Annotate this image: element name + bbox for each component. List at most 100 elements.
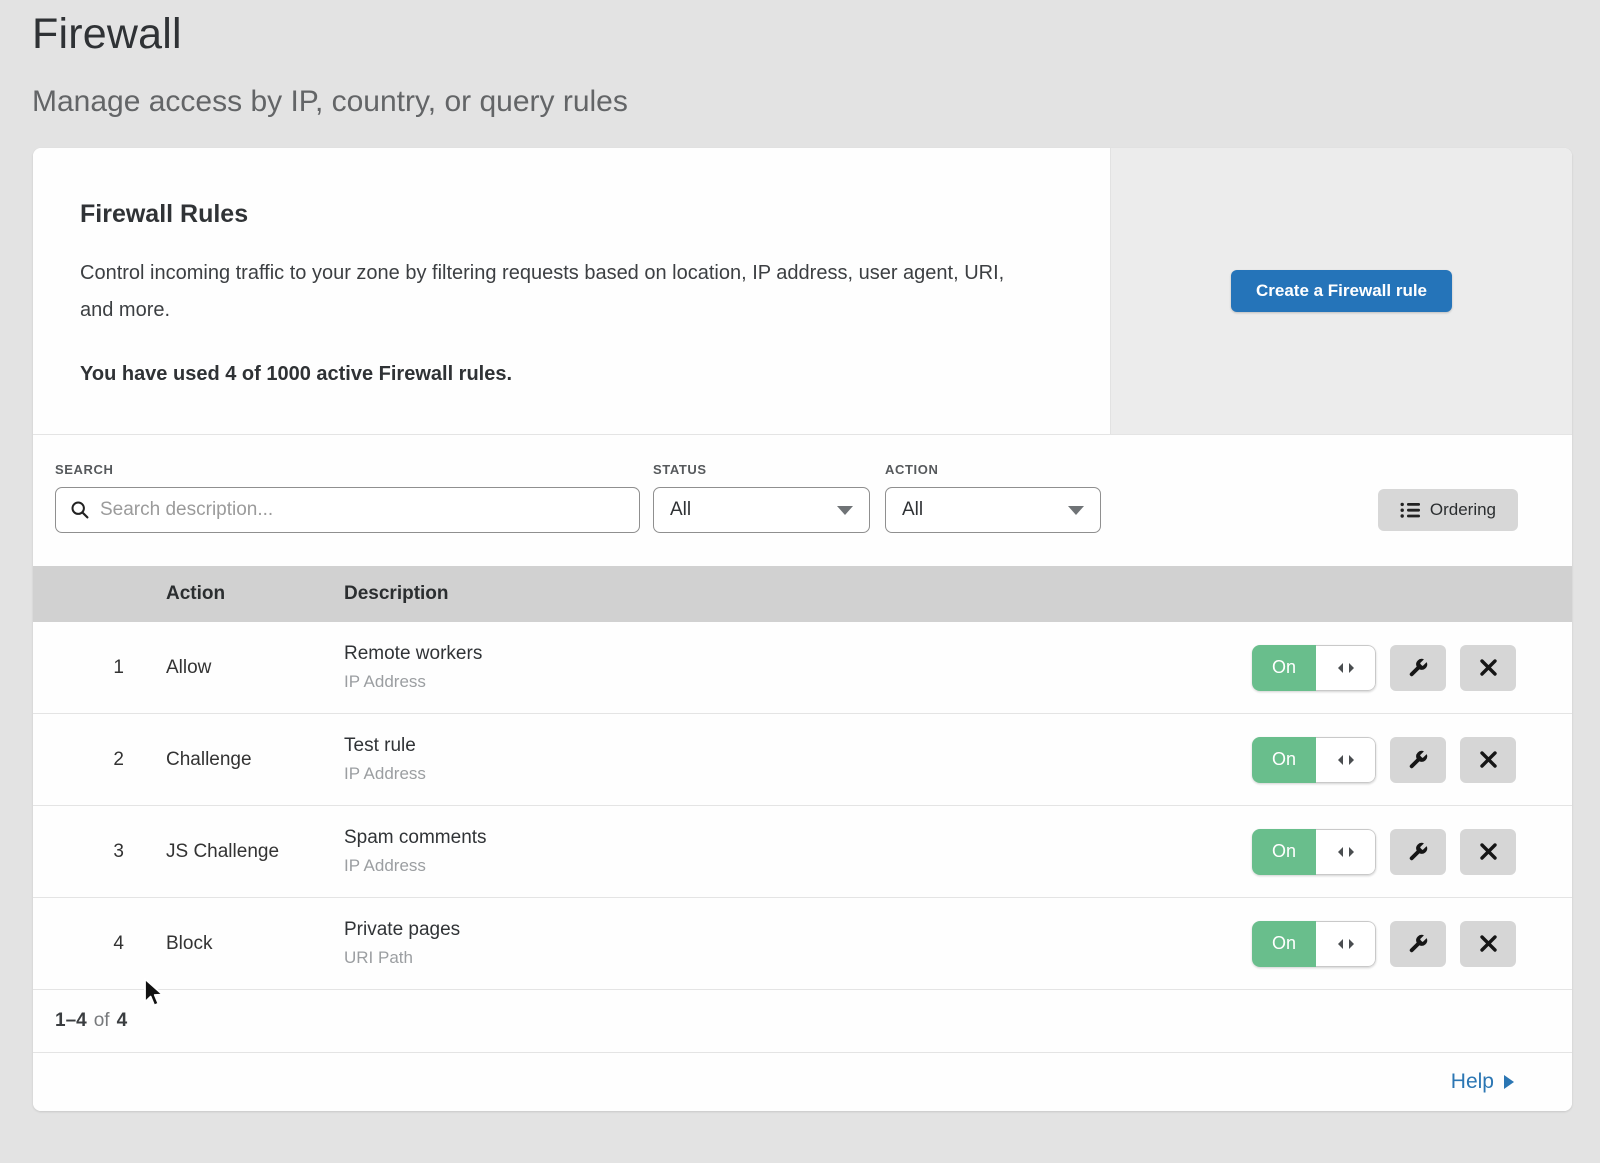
toggle-handle[interactable] <box>1316 737 1376 783</box>
rules-info: Firewall Rules Control incoming traffic … <box>33 148 1110 434</box>
pagination-range: 1–4 <box>55 1010 87 1032</box>
rule-description: Private pages <box>344 919 1242 941</box>
rule-priority: 4 <box>33 933 166 955</box>
toggle-handle[interactable] <box>1316 829 1376 875</box>
create-firewall-rule-button[interactable]: Create a Firewall rule <box>1231 270 1452 312</box>
pagination-row: 1–4 of 4 <box>33 990 1572 1053</box>
rule-match-type: IP Address <box>344 764 1242 784</box>
rule-description: Remote workers <box>344 643 1242 665</box>
edit-rule-button[interactable] <box>1390 829 1446 875</box>
chevron-down-icon <box>837 506 853 515</box>
page-title: Firewall <box>32 10 1600 59</box>
wrench-icon <box>1407 749 1429 771</box>
close-icon <box>1479 750 1498 769</box>
action-select[interactable]: All <box>885 487 1101 533</box>
rules-usage-note: You have used 4 of 1000 active Firewall … <box>80 363 1050 386</box>
table-row: 3 JS Challenge Spam comments IP Address … <box>33 806 1572 898</box>
table-row: 4 Block Private pages URI Path On <box>33 898 1572 990</box>
search-input[interactable] <box>100 499 625 521</box>
rule-match-type: IP Address <box>344 856 1242 876</box>
rule-controls: On <box>1242 829 1572 875</box>
rule-description-cell: Remote workers IP Address <box>344 643 1242 692</box>
ordering-button-label: Ordering <box>1430 500 1496 520</box>
rule-controls: On <box>1242 921 1572 967</box>
card-footer: Help <box>33 1053 1572 1111</box>
rule-action: Allow <box>166 657 344 679</box>
edit-rule-button[interactable] <box>1390 737 1446 783</box>
close-icon <box>1479 842 1498 861</box>
page-header: Firewall Manage access by IP, country, o… <box>0 0 1600 119</box>
rule-description-cell: Private pages URI Path <box>344 919 1242 968</box>
rule-controls: On <box>1242 645 1572 691</box>
pagination-total: 4 <box>117 1010 128 1032</box>
toggle-arrows-icon <box>1335 845 1357 859</box>
delete-rule-button[interactable] <box>1460 829 1516 875</box>
search-label: SEARCH <box>55 462 640 477</box>
arrow-right-icon <box>1504 1075 1514 1089</box>
rule-action: Block <box>166 933 344 955</box>
action-selected-value: All <box>902 499 923 521</box>
toggle-arrows-icon <box>1335 937 1357 951</box>
toggle-arrows-icon <box>1335 753 1357 767</box>
filters-bar: SEARCH STATUS All ACTION All <box>33 434 1572 566</box>
status-select[interactable]: All <box>653 487 870 533</box>
ordering-list-icon <box>1400 501 1420 519</box>
rule-priority: 3 <box>33 841 166 863</box>
action-column-header: Action <box>166 583 344 605</box>
action-label: ACTION <box>885 462 1101 477</box>
ordering-button[interactable]: Ordering <box>1378 489 1518 531</box>
toggle-on-label: On <box>1252 737 1316 783</box>
table-row: 1 Allow Remote workers IP Address On <box>33 622 1572 714</box>
delete-rule-button[interactable] <box>1460 737 1516 783</box>
help-link[interactable]: Help <box>1451 1070 1514 1094</box>
rules-heading: Firewall Rules <box>80 200 1050 229</box>
rule-description: Spam comments <box>344 827 1242 849</box>
search-box <box>55 487 640 533</box>
card-top-section: Firewall Rules Control incoming traffic … <box>33 148 1572 434</box>
delete-rule-button[interactable] <box>1460 645 1516 691</box>
rule-priority: 2 <box>33 749 166 771</box>
rule-match-type: IP Address <box>344 672 1242 692</box>
rule-enabled-toggle[interactable]: On <box>1252 645 1376 691</box>
table-header: Action Description <box>33 566 1572 622</box>
search-icon <box>70 500 90 520</box>
rule-enabled-toggle[interactable]: On <box>1252 737 1376 783</box>
toggle-on-label: On <box>1252 921 1316 967</box>
pagination-separator: of <box>94 1010 110 1032</box>
rule-enabled-toggle[interactable]: On <box>1252 829 1376 875</box>
create-rule-panel: Create a Firewall rule <box>1110 148 1572 434</box>
toggle-handle[interactable] <box>1316 645 1376 691</box>
rule-description-cell: Spam comments IP Address <box>344 827 1242 876</box>
rules-description: Control incoming traffic to your zone by… <box>80 255 1040 329</box>
status-label: STATUS <box>653 462 870 477</box>
status-selected-value: All <box>670 499 691 521</box>
rule-description: Test rule <box>344 735 1242 757</box>
close-icon <box>1479 934 1498 953</box>
edit-rule-button[interactable] <box>1390 645 1446 691</box>
action-filter-group: ACTION All <box>885 462 1101 533</box>
rule-description-cell: Test rule IP Address <box>344 735 1242 784</box>
table-row: 2 Challenge Test rule IP Address On <box>33 714 1572 806</box>
toggle-handle[interactable] <box>1316 921 1376 967</box>
toggle-on-label: On <box>1252 645 1316 691</box>
firewall-rules-card: Firewall Rules Control incoming traffic … <box>33 148 1572 1111</box>
page-subtitle: Manage access by IP, country, or query r… <box>32 85 1600 119</box>
wrench-icon <box>1407 841 1429 863</box>
rule-priority: 1 <box>33 657 166 679</box>
edit-rule-button[interactable] <box>1390 921 1446 967</box>
rule-enabled-toggle[interactable]: On <box>1252 921 1376 967</box>
wrench-icon <box>1407 933 1429 955</box>
close-icon <box>1479 658 1498 677</box>
status-filter-group: STATUS All <box>653 462 870 533</box>
help-link-label: Help <box>1451 1070 1494 1094</box>
chevron-down-icon <box>1068 506 1084 515</box>
rule-action: JS Challenge <box>166 841 344 863</box>
search-filter-group: SEARCH <box>55 462 640 533</box>
toggle-arrows-icon <box>1335 661 1357 675</box>
rule-controls: On <box>1242 737 1572 783</box>
toggle-on-label: On <box>1252 829 1316 875</box>
description-column-header: Description <box>344 583 1242 605</box>
rule-action: Challenge <box>166 749 344 771</box>
delete-rule-button[interactable] <box>1460 921 1516 967</box>
rule-match-type: URI Path <box>344 948 1242 968</box>
